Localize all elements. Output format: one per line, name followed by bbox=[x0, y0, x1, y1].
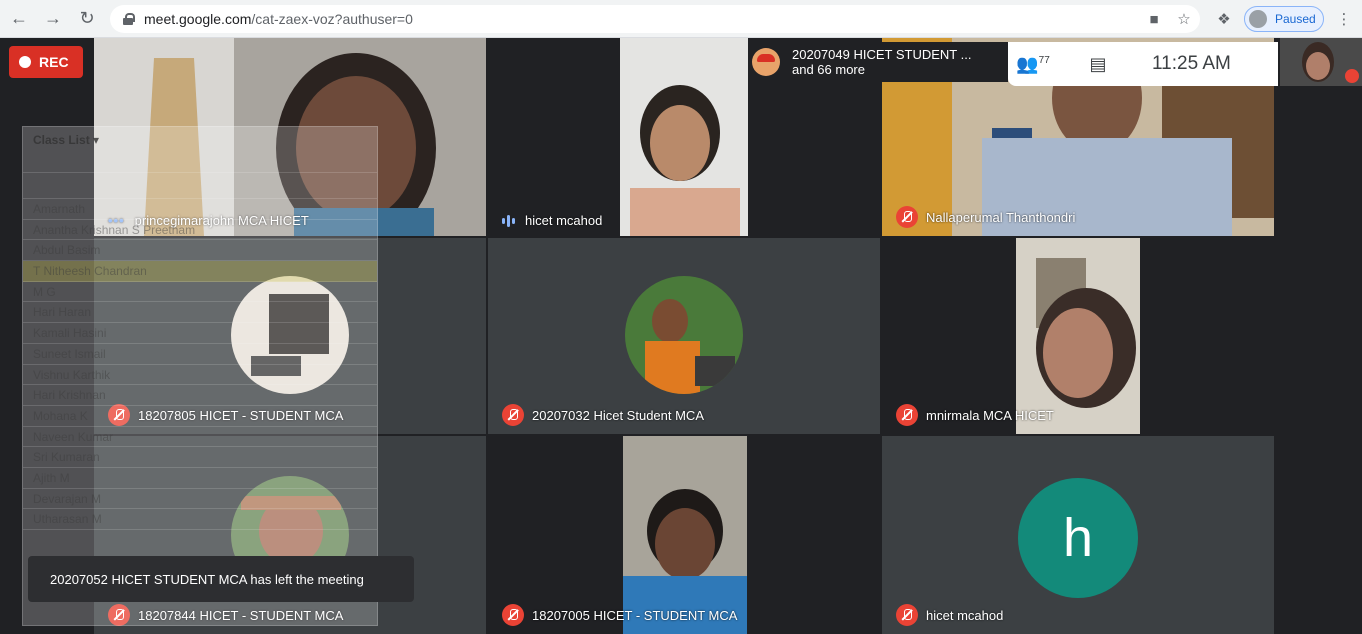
list-item: M G bbox=[23, 282, 377, 303]
list-item: Amarnath bbox=[23, 199, 377, 220]
class-list-title: Class List ▾ bbox=[33, 133, 100, 147]
people-count: 77 bbox=[1038, 54, 1050, 66]
audio-wave-icon bbox=[502, 214, 515, 227]
list-item: Ajith M bbox=[23, 468, 377, 489]
mic-off-icon bbox=[502, 604, 524, 626]
forward-icon[interactable]: → bbox=[38, 4, 68, 34]
participant-name: Nallaperumal Thanthondri bbox=[896, 206, 1075, 228]
meeting-time: 11:25 AM bbox=[1152, 53, 1231, 74]
participant-tile[interactable]: 18207005 HICET - STUDENT MCA bbox=[488, 436, 880, 634]
lock-icon bbox=[122, 13, 135, 25]
list-item: Devarajan M bbox=[23, 489, 377, 510]
star-icon[interactable]: ☆ bbox=[1174, 9, 1194, 29]
meeting-info-bar: 👥77 ▤ 11:25 AM bbox=[1008, 42, 1278, 86]
menu-icon[interactable]: ⋮ bbox=[1334, 9, 1354, 29]
extensions-icon[interactable]: ❖ bbox=[1214, 9, 1234, 29]
participant-avatar: h bbox=[1018, 478, 1138, 598]
self-video bbox=[1280, 38, 1362, 86]
list-item: Utharasan M bbox=[23, 509, 377, 530]
participant-name: 18207005 HICET - STUDENT MCA bbox=[502, 604, 737, 626]
presenting-banner: 20207049 HICET STUDENT ... and 66 more bbox=[748, 42, 1008, 82]
url-path: /cat-zaex-voz?authuser=0 bbox=[251, 11, 413, 27]
presenter-name: 20207049 HICET STUDENT ... bbox=[792, 47, 972, 62]
participant-tile[interactable]: h hicet mcahod bbox=[882, 436, 1274, 634]
participant-tile[interactable]: 20207032 Hicet Student MCA bbox=[488, 238, 880, 434]
list-item: Suneet Ismail bbox=[23, 344, 377, 365]
list-item: Mohana K bbox=[23, 406, 377, 427]
participant-tile[interactable]: mnirmala MCA HICET bbox=[882, 238, 1274, 434]
participant-avatar bbox=[625, 276, 743, 394]
record-dot-icon bbox=[19, 56, 31, 68]
profile-status: Paused bbox=[1275, 12, 1316, 26]
list-item: T Nitheesh Chandran bbox=[23, 261, 377, 282]
mic-off-icon bbox=[896, 206, 918, 228]
meet-stage: ••• princegimarajohn MCA HICET hicet mca… bbox=[0, 38, 1362, 634]
camera-icon[interactable]: ■ bbox=[1144, 9, 1164, 29]
presenter-avatar bbox=[752, 48, 780, 76]
list-item: Vishnu Karthik bbox=[23, 365, 377, 386]
participant-name: 20207032 Hicet Student MCA bbox=[502, 404, 704, 426]
chat-icon[interactable]: ▤ bbox=[1078, 54, 1118, 75]
list-item: Abdul Basim bbox=[23, 240, 377, 262]
class-list-filter bbox=[23, 153, 377, 173]
participant-name: hicet mcahod bbox=[502, 213, 602, 228]
recording-badge: REC bbox=[9, 46, 83, 78]
presenter-more: and 66 more bbox=[792, 62, 865, 77]
list-item: Anantha Krishnan S Preetham bbox=[23, 220, 377, 241]
avatar-icon bbox=[1249, 10, 1267, 28]
url-host: meet.google.com bbox=[144, 11, 252, 27]
self-view[interactable] bbox=[1280, 38, 1362, 86]
participant-name: hicet mcahod bbox=[896, 604, 1003, 626]
list-item: Hari Krishnan bbox=[23, 385, 377, 406]
list-item: Sri Kumaran bbox=[23, 447, 377, 468]
people-button[interactable]: 👥77 bbox=[1008, 54, 1058, 75]
list-item: Naveen Kumar bbox=[23, 427, 377, 448]
mic-off-icon bbox=[896, 604, 918, 626]
browser-toolbar: ← → ↻ meet.google.com/cat-zaex-voz?authu… bbox=[0, 0, 1362, 38]
class-list-notes bbox=[23, 173, 377, 199]
participant-video bbox=[620, 38, 748, 236]
address-bar[interactable]: meet.google.com/cat-zaex-voz?authuser=0 bbox=[110, 5, 1200, 33]
list-item: Kamali Hasini bbox=[23, 323, 377, 344]
class-list-window: Class List ▾ Amarnath Anantha Krishnan S… bbox=[22, 126, 378, 626]
list-item: Hari Haran bbox=[23, 302, 377, 324]
reload-icon[interactable]: ↻ bbox=[72, 4, 102, 34]
mic-off-icon bbox=[896, 404, 918, 426]
mic-off-icon bbox=[502, 404, 524, 426]
participant-name: mnirmala MCA HICET bbox=[896, 404, 1054, 426]
back-icon[interactable]: ← bbox=[4, 4, 34, 34]
screen: ← → ↻ meet.google.com/cat-zaex-voz?authu… bbox=[0, 0, 1362, 634]
profile-button[interactable]: Paused bbox=[1244, 6, 1324, 32]
people-icon: 👥 bbox=[1016, 53, 1039, 74]
meeting-notification: 20207052 HICET STUDENT MCA has left the … bbox=[28, 556, 414, 602]
